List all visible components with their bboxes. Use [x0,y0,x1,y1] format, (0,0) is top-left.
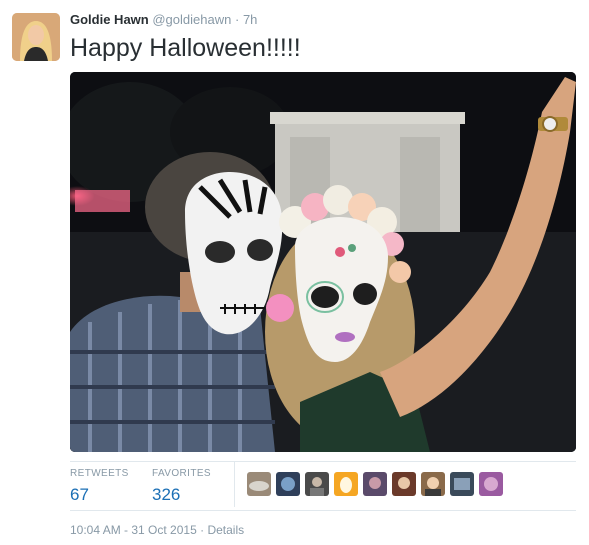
tweet-header: Goldie Hawn @goldiehawn · 7h [70,12,257,28]
tweet-timestamp[interactable]: 10:04 AM - 31 Oct 2015 [70,523,197,537]
avatar-icon [421,472,445,496]
stats-separator [234,462,235,507]
avatar-icon [450,472,474,496]
halloween-photo [70,72,576,452]
favorites-count[interactable]: 326 [152,485,211,505]
avatar-icon [363,472,387,496]
favoriter-avatar-7[interactable] [421,472,445,496]
tweet-footer: 10:04 AM - 31 Oct 2015 · Details [70,522,244,538]
favoriter-avatar-8[interactable] [450,472,474,496]
favoriter-avatar-5[interactable] [363,472,387,496]
favoriter-avatar-1[interactable] [247,472,271,496]
user-name[interactable]: Goldie Hawn [70,12,149,27]
favorites-stat[interactable]: FAVORITES 326 [152,468,211,505]
details-link[interactable]: Details [207,523,244,537]
retweets-stat[interactable]: RETWEETS 67 [70,468,129,505]
tweet-text: Happy Halloween!!!!! [70,34,301,62]
favoriter-avatar-9[interactable] [479,472,503,496]
tweet: Goldie Hawn @goldiehawn · 7h Happy Hallo… [0,0,589,545]
header-separator: · [234,12,240,27]
avatar-image [12,13,60,61]
tweet-photo[interactable] [70,72,576,452]
stats-divider-top [70,461,576,462]
user-handle[interactable]: @goldiehawn [152,12,231,27]
retweets-count[interactable]: 67 [70,485,129,505]
tweet-time[interactable]: 7h [243,12,257,27]
profile-avatar[interactable] [12,13,60,61]
stats-divider-bottom [70,510,576,511]
favoriter-avatar-3[interactable] [305,472,329,496]
avatar-icon [247,472,271,496]
favoriter-avatar-2[interactable] [276,472,300,496]
footer-separator: · [200,523,205,537]
retweets-label: RETWEETS [70,468,129,479]
avatar-icon [305,472,329,496]
favoriter-avatar-6[interactable] [392,472,416,496]
favoriter-avatar-4[interactable] [334,472,358,496]
avatar-icon [479,472,503,496]
favorites-label: FAVORITES [152,468,211,479]
avatar-icon [276,472,300,496]
avatar-icon [392,472,416,496]
avatar-icon [334,472,358,496]
